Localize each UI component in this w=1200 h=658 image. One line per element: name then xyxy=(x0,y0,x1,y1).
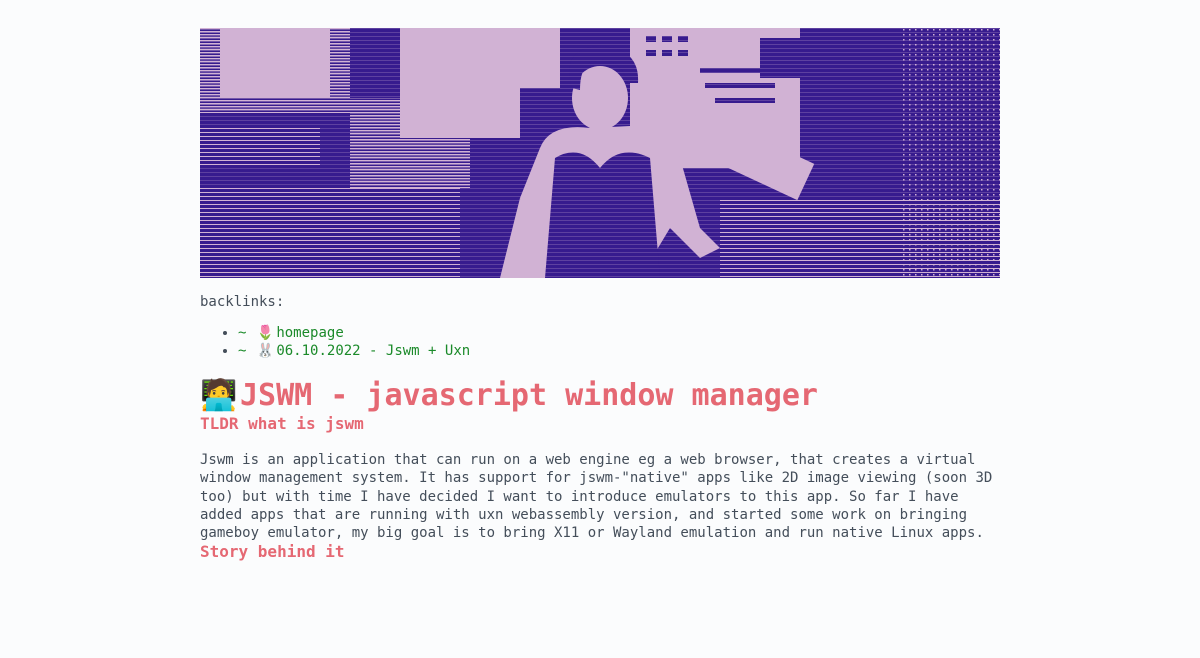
hero-image xyxy=(200,28,1000,278)
technologist-icon: 🧑‍💻 xyxy=(200,378,238,413)
section-heading-tldr: TLDR what is jswm xyxy=(200,414,364,433)
backlink-jswm-uxn-link[interactable]: ~ 🐰 06.10.2022 - Jswm + Uxn xyxy=(238,343,470,359)
hero-illustration xyxy=(200,28,1000,278)
backlink-item-jswm-uxn: ~ 🐰06.10.2022 - Jswm + Uxn xyxy=(238,342,1000,360)
backlink-label: homepage xyxy=(276,325,344,341)
page: backlinks: ~ 🌷homepage ~ 🐰06.10.2022 - J… xyxy=(200,28,1000,561)
rabbit-icon: 🐰 xyxy=(256,343,275,359)
section-heading-story: Story behind it xyxy=(200,542,345,562)
tilde-prefix: ~ xyxy=(238,343,247,359)
page-title-text: JSWM - javascript window manager xyxy=(240,378,818,413)
tulip-icon: 🌷 xyxy=(256,325,275,341)
tilde-prefix: ~ xyxy=(238,325,247,341)
backlinks-label: backlinks: xyxy=(200,294,285,310)
backlink-homepage-link[interactable]: ~ 🌷 homepage xyxy=(238,325,344,341)
backlink-label: 06.10.2022 - Jswm + Uxn xyxy=(276,343,471,359)
backlinks-list: ~ 🌷homepage ~ 🐰06.10.2022 - Jswm + Uxn xyxy=(200,324,1000,360)
page-title: 🧑‍💻JSWM - javascript window manager xyxy=(200,378,1000,414)
section-body-tldr: Jswm is an application that can run on a… xyxy=(200,452,993,542)
backlink-item-homepage: ~ 🌷homepage xyxy=(238,324,1000,342)
